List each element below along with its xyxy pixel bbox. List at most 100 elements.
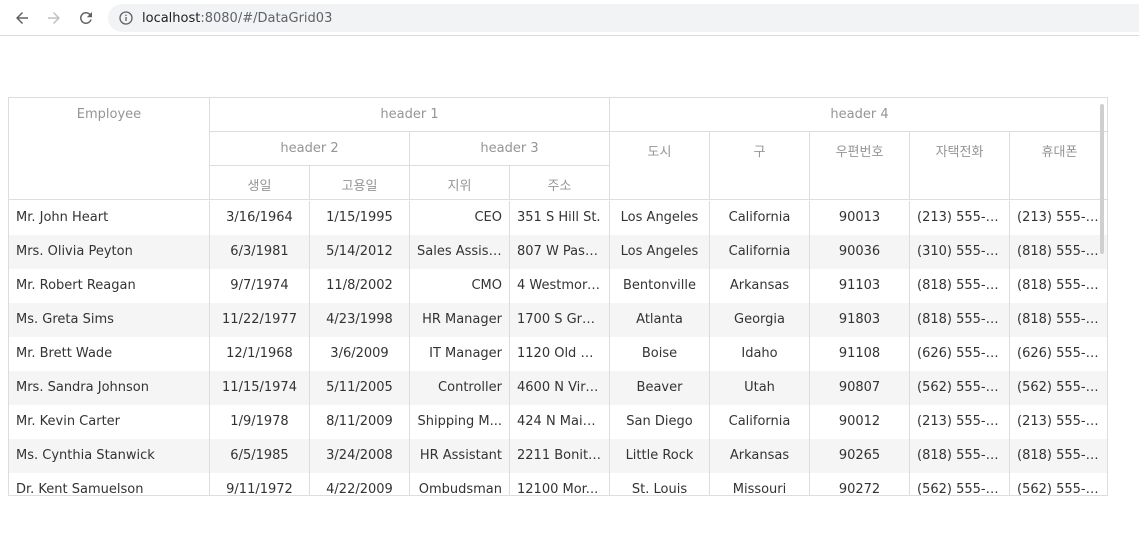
cell-city[interactable]: Los Angeles [610,201,710,235]
cell-zip[interactable]: 91103 [810,269,910,303]
cell-state[interactable]: California [710,235,810,269]
cell-birth[interactable]: 11/15/1974 [210,371,310,405]
cell-address[interactable]: 1120 Old M... [510,337,610,371]
cell-hire[interactable]: 1/15/1995 [310,201,410,235]
cell-address[interactable]: 351 S Hill St. [510,201,610,235]
header-group-4[interactable]: header 4 [610,98,1107,132]
cell-zip[interactable]: 90012 [810,405,910,439]
header-group-1[interactable]: header 1 [210,98,610,132]
cell-address[interactable]: 12100 Mor... [510,473,610,495]
cell-home[interactable]: (818) 555-0... [910,303,1010,337]
cell-position[interactable]: Shipping M... [410,405,510,439]
cell-city[interactable]: Little Rock [610,439,710,473]
cell-hire[interactable]: 8/11/2009 [310,405,410,439]
cell-position[interactable]: HR Manager [410,303,510,337]
cell-mobile[interactable]: (818) 555-2... [1010,269,1107,303]
forward-button[interactable] [42,6,66,30]
cell-birth[interactable]: 3/16/1964 [210,201,310,235]
cell-hire[interactable]: 3/6/2009 [310,337,410,371]
cell-employee[interactable]: Mr. Brett Wade [9,337,210,371]
cell-home[interactable]: (562) 555-1... [910,473,1010,495]
cell-address[interactable]: 2211 Bonita... [510,439,610,473]
cell-hire[interactable]: 3/24/2008 [310,439,410,473]
vertical-scrollbar[interactable] [1100,104,1104,254]
cell-address[interactable]: 807 W Pase... [510,235,610,269]
cell-zip[interactable]: 90265 [810,439,910,473]
cell-zip[interactable]: 91108 [810,337,910,371]
cell-state[interactable]: Utah [710,371,810,405]
cell-employee[interactable]: Mr. Robert Reagan [9,269,210,303]
cell-position[interactable]: CMO [410,269,510,303]
cell-employee[interactable]: Mr. Kevin Carter [9,405,210,439]
table-row[interactable]: Ms. Cynthia Stanwick 6/5/1985 3/24/2008 HR … [9,439,1107,473]
cell-birth[interactable]: 9/7/1974 [210,269,310,303]
cell-position[interactable]: IT Manager [410,337,510,371]
cell-hire[interactable]: 4/22/2009 [310,473,410,495]
cell-mobile[interactable]: (562) 555-2... [1010,371,1107,405]
cell-city[interactable]: Los Angeles [610,235,710,269]
cell-position[interactable]: Controller [410,371,510,405]
cell-home[interactable]: (818) 555-6... [910,439,1010,473]
cell-home[interactable]: (213) 555-9... [910,201,1010,235]
back-button[interactable] [10,6,34,30]
cell-state[interactable]: Arkansas [710,269,810,303]
cell-city[interactable]: San Diego [610,405,710,439]
cell-mobile[interactable]: (626) 555-0... [1010,337,1107,371]
header-district[interactable]: 구 [710,132,810,200]
cell-home[interactable]: (818) 555-2... [910,269,1010,303]
header-mobile[interactable]: 휴대폰 [1010,132,1107,200]
table-row[interactable]: Mr. Kevin Carter 1/9/1978 8/11/2009 Shippin… [9,405,1107,439]
cell-state[interactable]: Arkansas [710,439,810,473]
cell-employee[interactable]: Ms. Greta Sims [9,303,210,337]
cell-hire[interactable]: 5/14/2012 [310,235,410,269]
cell-address[interactable]: 424 N Main... [510,405,610,439]
cell-mobile[interactable]: (562) 555-9... [1010,473,1107,495]
address-bar[interactable]: localhost:8080/#/DataGrid03 [108,4,1139,32]
cell-mobile[interactable]: (213) 555-9... [1010,201,1107,235]
info-icon[interactable] [118,10,134,26]
cell-position[interactable]: Sales Assist... [410,235,510,269]
table-row[interactable]: Mrs. Olivia Peyton 6/3/1981 5/14/2012 Sales… [9,235,1107,269]
cell-mobile[interactable]: (213) 555-2... [1010,405,1107,439]
table-row[interactable]: Mr. John Heart 3/16/1964 1/15/1995 CEO 351 S… [9,201,1107,235]
cell-zip[interactable]: 90036 [810,235,910,269]
cell-birth[interactable]: 6/3/1981 [210,235,310,269]
cell-birth[interactable]: 9/11/1972 [210,473,310,495]
cell-birth[interactable]: 6/5/1985 [210,439,310,473]
header-birth[interactable]: 생일 [210,166,310,200]
cell-zip[interactable]: 90272 [810,473,910,495]
cell-home[interactable]: (310) 555-2... [910,235,1010,269]
cell-state[interactable]: California [710,201,810,235]
cell-zip[interactable]: 90807 [810,371,910,405]
cell-employee[interactable]: Mrs. Olivia Peyton [9,235,210,269]
cell-employee[interactable]: Mrs. Sandra Johnson [9,371,210,405]
cell-state[interactable]: Georgia [710,303,810,337]
header-address[interactable]: 주소 [510,166,610,200]
cell-birth[interactable]: 12/1/1968 [210,337,310,371]
header-zip[interactable]: 우편번호 [810,132,910,200]
cell-position[interactable]: CEO [410,201,510,235]
header-city[interactable]: 도시 [610,132,710,200]
cell-state[interactable]: California [710,405,810,439]
cell-position[interactable]: Ombudsman [410,473,510,495]
cell-mobile[interactable]: (818) 555-2... [1010,235,1107,269]
cell-city[interactable]: Atlanta [610,303,710,337]
reload-button[interactable] [74,6,98,30]
cell-hire[interactable]: 5/11/2005 [310,371,410,405]
cell-city[interactable]: Bentonville [610,269,710,303]
header-position[interactable]: 지위 [410,166,510,200]
header-group-3[interactable]: header 3 [410,132,610,166]
table-row[interactable]: Mr. Robert Reagan 9/7/1974 11/8/2002 CMO 4 W… [9,269,1107,303]
cell-home[interactable]: (213) 555-8... [910,405,1010,439]
cell-mobile[interactable]: (818) 555-6... [1010,303,1107,337]
cell-city[interactable]: St. Louis [610,473,710,495]
header-hire[interactable]: 고용일 [310,166,410,200]
cell-address[interactable]: 1700 S Gra... [510,303,610,337]
cell-employee[interactable]: Mr. John Heart [9,201,210,235]
table-row[interactable]: Mr. Brett Wade 12/1/1968 3/6/2009 IT Manage… [9,337,1107,371]
cell-address[interactable]: 4600 N Virg... [510,371,610,405]
cell-hire[interactable]: 4/23/1998 [310,303,410,337]
cell-birth[interactable]: 11/22/1977 [210,303,310,337]
header-employee[interactable]: Employee [9,98,210,200]
cell-position[interactable]: HR Assistant [410,439,510,473]
